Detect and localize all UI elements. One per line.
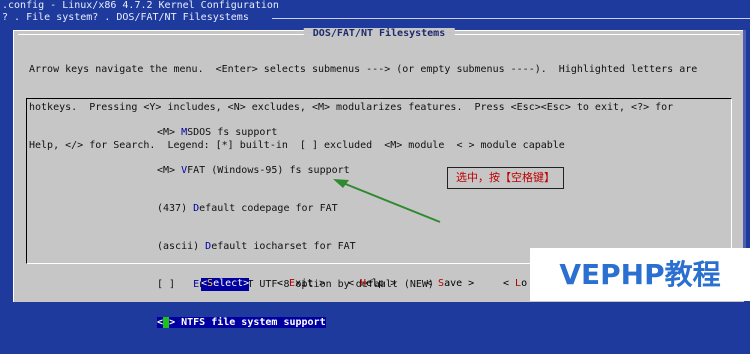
breadcrumb-divider — [272, 18, 750, 19]
menu-item-codepage[interactable]: (437) Default codepage for FAT — [157, 203, 434, 216]
menu-item-msdos[interactable]: <M> MSDOS fs support — [157, 127, 434, 140]
menu-list: <M> MSDOS fs support <M> VFAT (Windows-9… — [157, 102, 434, 354]
menu-item-prefix: [ ] — [157, 278, 194, 290]
help-button[interactable]: < Help > — [348, 278, 396, 291]
menu-item-ntfs-selected[interactable]: < > NTFS file system support — [157, 316, 434, 330]
menu-item-label: > NTFS file system support — [169, 316, 326, 328]
menu-item-prefix: (437) — [157, 202, 194, 214]
menu-box: <M> MSDOS fs support <M> VFAT (Windows-9… — [26, 98, 732, 328]
menu-item-prefix: <M> — [157, 127, 182, 139]
menu-item-prefix: <M> — [157, 165, 182, 177]
dialog-title-text: DOS/FAT/NT Filesystems — [312, 28, 446, 39]
menu-item-label: FAT (Windows-95) fs support — [187, 165, 350, 177]
help-line: Arrow keys navigate the menu. <Enter> se… — [29, 64, 698, 76]
window-title: .config - Linux/x86 4.7.2 Kernel Configu… — [2, 0, 279, 11]
breadcrumb: ? . File system? . DOS/FAT/NT Filesystem… — [2, 12, 249, 23]
menu-item-label: SDOS fs support — [187, 127, 278, 139]
menu-item-prefix: (ascii) — [157, 240, 206, 252]
menu-item-vfat[interactable]: <M> VFAT (Windows-95) fs support — [157, 165, 434, 178]
menu-item-label: efault codepage for FAT — [199, 202, 338, 214]
watermark-logo: VEPHP教程 — [530, 248, 750, 301]
save-button[interactable]: < Save > — [426, 278, 474, 291]
menu-item-iocharset[interactable]: (ascii) Default iocharset for FAT — [157, 241, 434, 254]
menu-item-label: efault iocharset for FAT — [211, 240, 356, 252]
exit-button[interactable]: < Exit > — [277, 278, 325, 291]
annotation-callout: 选中，按【空格键】 — [447, 167, 564, 189]
select-button[interactable]: <Select> — [201, 278, 250, 291]
load-button[interactable]: < Lo — [503, 278, 527, 291]
